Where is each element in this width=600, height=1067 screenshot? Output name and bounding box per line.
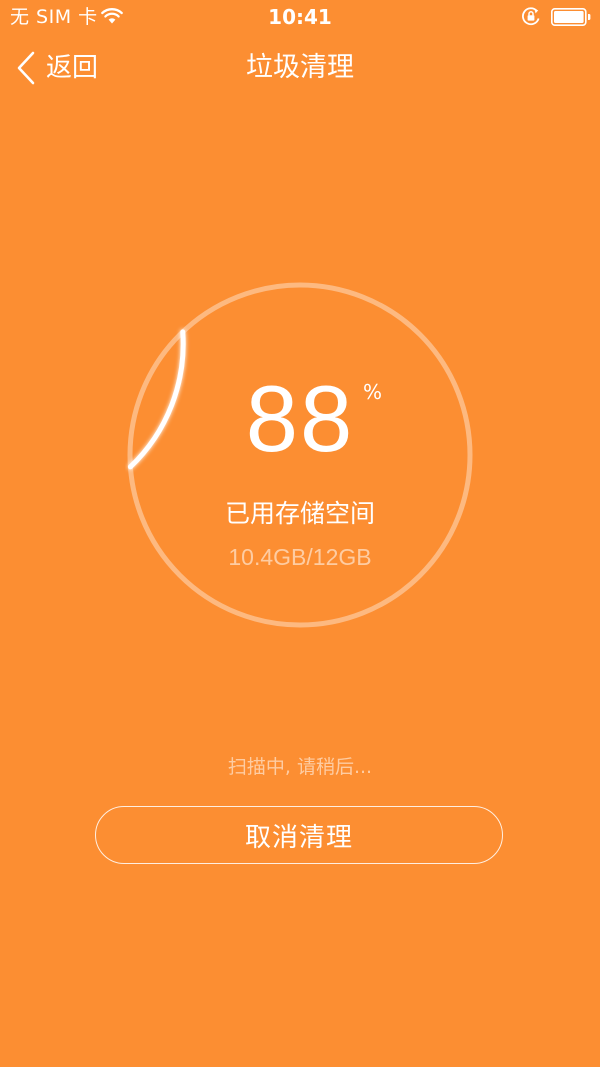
- nav-bar: 返回 垃圾清理: [0, 34, 600, 100]
- storage-usage-detail: 10.4GB/12GB: [228, 544, 372, 570]
- battery-icon: [551, 8, 591, 26]
- back-label: 返回: [46, 53, 99, 83]
- percent-sign: %: [363, 380, 383, 404]
- cancel-cleanup-button[interactable]: 取消清理: [95, 806, 503, 864]
- back-button[interactable]: 返回: [14, 48, 98, 88]
- status-bar: 无 SIM 卡 10:41: [0, 0, 600, 34]
- storage-percent: 88: [245, 366, 355, 471]
- scan-status-text: 扫描中, 请稍后...: [227, 756, 373, 778]
- chevron-left-icon: [17, 51, 35, 85]
- rotation-lock-icon: [522, 7, 540, 26]
- used-storage-label: 已用存储空间: [224, 499, 375, 528]
- storage-gauge: 88 % 已用存储空间 10.4GB/12GB: [125, 280, 475, 630]
- clock: 10:41: [268, 5, 332, 29]
